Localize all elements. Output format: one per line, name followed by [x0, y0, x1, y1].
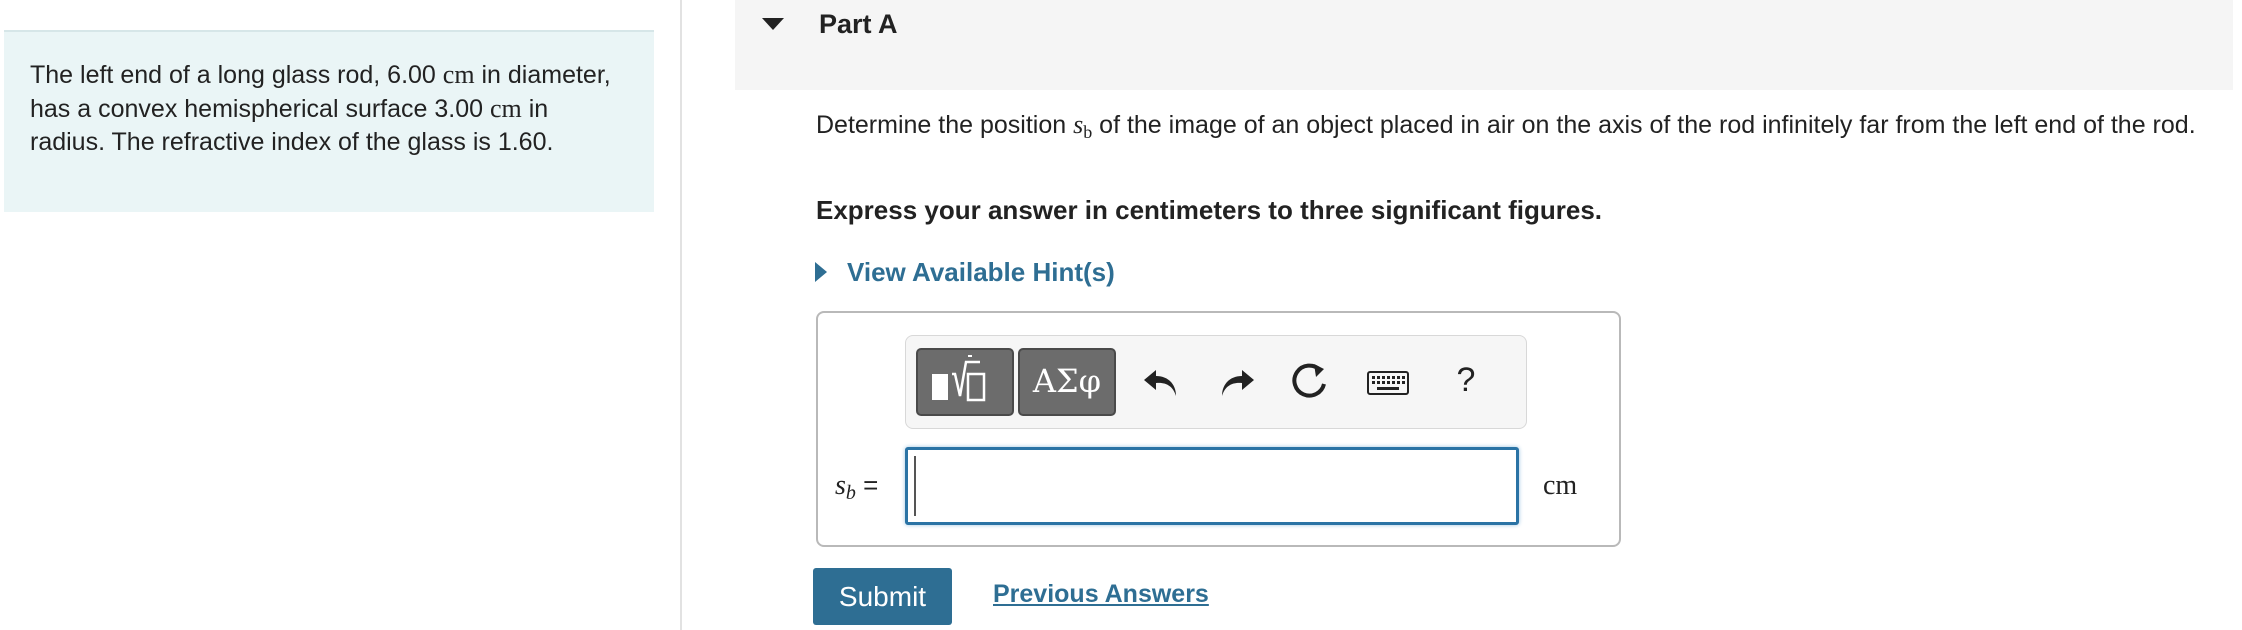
- caret-right-icon: [815, 262, 827, 282]
- collapse-caret-icon[interactable]: [762, 18, 784, 30]
- previous-answers-link[interactable]: Previous Answers: [993, 580, 1209, 609]
- help-button[interactable]: ?: [1446, 350, 1486, 410]
- math-toolbar: ΑΣφ ?: [905, 335, 1527, 429]
- undo-button[interactable]: [1138, 358, 1186, 406]
- problem-statement: The left end of a long glass rod, 6.00 c…: [4, 30, 654, 212]
- answer-unit: cm: [1543, 470, 1578, 501]
- question-text-before: Determine the position: [816, 111, 1074, 139]
- reset-button[interactable]: [1286, 358, 1334, 406]
- view-hints-toggle[interactable]: View Available Hint(s): [815, 255, 1115, 289]
- part-title: Part A: [819, 9, 898, 39]
- question-symbol-subscript: b: [1083, 122, 1093, 142]
- submit-button[interactable]: Submit: [813, 568, 952, 625]
- answer-label: sb =: [835, 470, 878, 505]
- keyboard-button[interactable]: [1364, 358, 1412, 406]
- question-text-after: of the image of an object placed in air …: [1092, 111, 2196, 139]
- panel-divider: [680, 0, 682, 630]
- problem-text-1: The left end of a long glass rod, 6.00: [30, 61, 443, 89]
- templates-icon: [932, 355, 986, 402]
- redo-button[interactable]: [1212, 358, 1260, 406]
- question-symbol: sb: [1073, 110, 1093, 142]
- text-cursor: [914, 456, 916, 516]
- answer-equals: =: [863, 470, 879, 500]
- redo-icon: [1222, 370, 1254, 396]
- answer-symbol-subscript: b: [845, 482, 856, 504]
- answer-symbol: sb: [835, 470, 856, 504]
- templates-button[interactable]: [916, 348, 1014, 416]
- unit-cm-1: cm: [442, 60, 475, 89]
- keyboard-icon: [1367, 371, 1409, 395]
- part-header[interactable]: Part A: [735, 0, 2233, 90]
- unit-cm-2: cm: [489, 94, 522, 123]
- reset-icon: [1292, 363, 1326, 398]
- answer-input[interactable]: [905, 447, 1519, 525]
- question-text: Determine the position sb of the image o…: [816, 108, 2221, 149]
- answer-instruction: Express your answer in centimeters to th…: [816, 195, 1603, 225]
- view-hints-label: View Available Hint(s): [847, 256, 1115, 287]
- undo-icon: [1144, 370, 1176, 396]
- greek-symbols-button[interactable]: ΑΣφ: [1018, 348, 1116, 416]
